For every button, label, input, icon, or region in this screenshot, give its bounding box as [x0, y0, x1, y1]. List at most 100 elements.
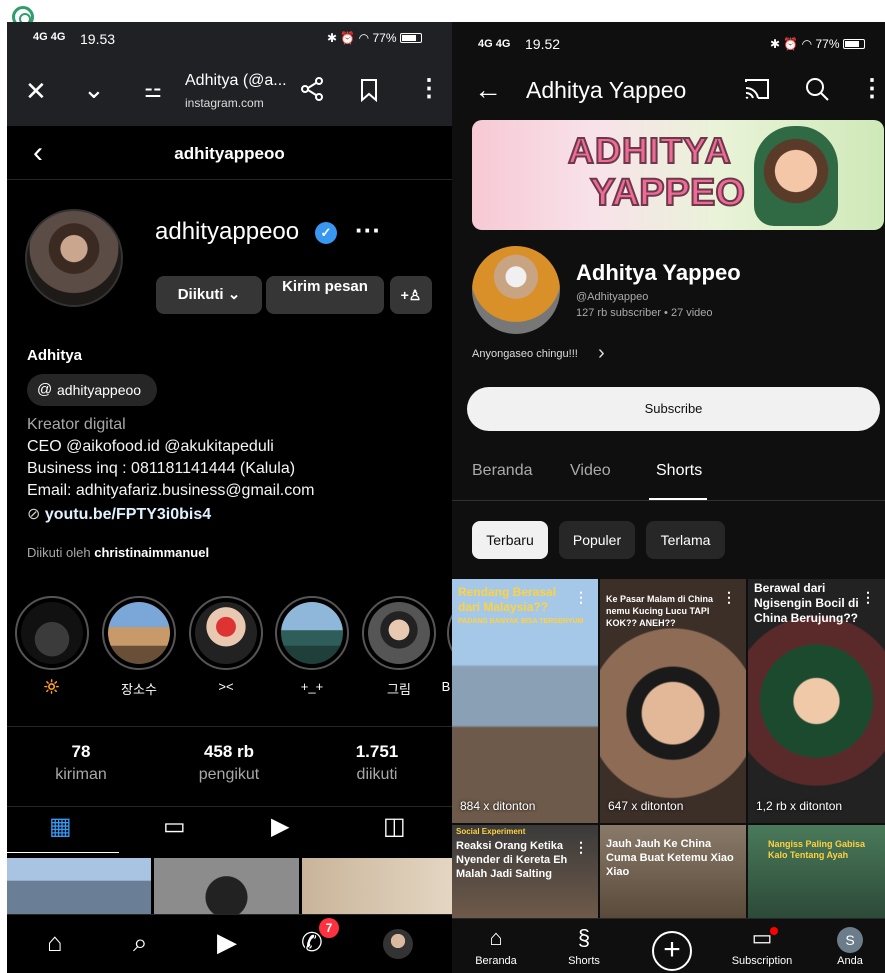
clock: 19.53 [80, 31, 116, 47]
short-item[interactable]: Jauh Jauh Ke China Cuma Buat Ketemu Xiao… [600, 825, 746, 918]
short-caption: Ke Pasar Malam di China nemu Kucing Lucu… [606, 594, 714, 628]
status-icons: ✱ ⏰ ◠ 77% [770, 37, 865, 51]
bio-link-text[interactable]: youtu.be/FPTY3i0bis4 [45, 506, 211, 523]
more-options-icon[interactable]: ··· [355, 215, 381, 246]
add-user-icon[interactable]: +♙ [390, 276, 432, 314]
short-more-icon[interactable]: ⋮ [574, 589, 588, 606]
status-bar: 4G 4G 19.53 ✱ ⏰ ◠ 77% [7, 22, 452, 58]
nav-label: Shorts [568, 955, 600, 967]
story-highlight[interactable] [102, 596, 176, 670]
subscribe-button[interactable]: Subscribe [467, 387, 880, 431]
youtube-screen: 4G 4G 19.52 ✱ ⏰ ◠ 77% ← Adhitya Yappeo ⋮… [452, 22, 885, 973]
short-item[interactable]: Ke Pasar Malam di China nemu Kucing Lucu… [600, 579, 746, 823]
short-caption: Jauh Jauh Ke China Cuma Buat Ketemu Xiao… [606, 838, 734, 878]
short-more-icon[interactable]: ⋮ [574, 839, 588, 856]
stat-following[interactable]: 1.751 diikuti [303, 742, 451, 784]
search-icon[interactable]: ⌕ [133, 927, 148, 959]
post-thumbnail[interactable] [154, 858, 299, 914]
story-highlight[interactable] [189, 596, 263, 670]
reels-tab-icon[interactable]: ▶ [271, 812, 289, 841]
shorts-icon: § [577, 925, 591, 950]
browser-toolbar: ✕ ⌄ ⚍ Adhitya (@a... instagram.com ⋮ [7, 58, 452, 126]
search-icon[interactable] [804, 76, 830, 107]
following-button[interactable]: Diikuti ⌄ [156, 276, 262, 314]
notification-dot [770, 927, 778, 935]
profile-username: adhityappeoo [155, 218, 300, 245]
short-item[interactable]: Berawal dari Ngisengin Bocil di China Be… [748, 579, 885, 823]
chip-populer[interactable]: Populer [559, 521, 635, 559]
nav-shorts[interactable]: § Shorts [544, 925, 624, 967]
channel-name: Adhitya Yappeo [576, 260, 741, 285]
post-thumbnail[interactable] [302, 858, 452, 914]
nav-label: Subscription [731, 955, 793, 967]
back-arrow-icon[interactable]: ← [474, 74, 502, 106]
channel-avatar[interactable] [472, 246, 560, 334]
post-thumbnail[interactable] [7, 858, 151, 914]
highlight-label: +_+ [300, 679, 324, 694]
short-more-icon[interactable]: ⋮ [861, 589, 875, 606]
channel-banner: ADHITYA YAPPEO [472, 120, 884, 230]
tab-video[interactable]: Video [570, 462, 611, 480]
profile-avatar[interactable] [25, 209, 123, 307]
chevron-down-icon[interactable]: ⌄ [83, 74, 105, 105]
banner-character [754, 126, 838, 226]
highlight-label: 장소수 [121, 682, 157, 697]
threads-badge[interactable]: @ adhityappeoo [27, 374, 157, 406]
tab-shorts[interactable]: Shorts [656, 462, 702, 480]
short-views: 884 x ditonton [460, 799, 536, 813]
tab-beranda[interactable]: Beranda [472, 462, 533, 480]
stat-posts[interactable]: 78 kiriman [7, 742, 155, 784]
browser-url: instagram.com [185, 96, 264, 110]
divider [7, 806, 452, 807]
site-settings-icon[interactable]: ⚍ [144, 78, 162, 103]
short-item[interactable]: Social Experiment Reaksi Orang Ketika Ny… [452, 825, 598, 918]
more-vert-icon[interactable]: ⋮ [860, 74, 884, 103]
story-highlight[interactable] [362, 596, 436, 670]
bookmark-icon[interactable] [359, 78, 379, 109]
nav-anda[interactable]: S Anda [810, 925, 885, 967]
message-button[interactable]: Kirim pesan [266, 276, 384, 314]
battery-icon [842, 39, 865, 49]
subscriptions-icon: ▭ [751, 925, 773, 950]
short-caption: Rendang Berasal dari Malaysia?? [458, 585, 557, 614]
chip-terlama[interactable]: Terlama [646, 521, 725, 559]
bio-line: Business inq : 081181141444 (Kalula) [27, 460, 296, 477]
feed-tab-icon[interactable]: ▭ [163, 812, 186, 841]
instagram-screen: 4G 4G 19.53 ✱ ⏰ ◠ 77% ✕ ⌄ ⚍ Adhitya (@a.… [7, 22, 452, 973]
followed-by[interactable]: Diikuti oleh christinaimmanuel [27, 545, 209, 560]
battery-icon [399, 33, 422, 43]
short-item[interactable]: Nangiss Paling Gabisa Kalo Tentang Ayah [748, 825, 885, 918]
story-highlight[interactable] [15, 596, 89, 670]
cast-icon[interactable] [744, 78, 770, 105]
more-vert-icon[interactable]: ⋮ [417, 74, 441, 103]
nav-beranda[interactable]: ⌂ Beranda [456, 925, 536, 967]
nav-label: Anda [837, 955, 863, 967]
banner-text: YAPPEO [589, 171, 746, 215]
stat-followers[interactable]: 458 rb pengikut [155, 742, 303, 784]
chevron-right-icon[interactable]: › [598, 342, 605, 365]
nav-subscription[interactable]: ▭ Subscription [722, 925, 802, 967]
bio-link[interactable]: ⊘ youtu.be/FPTY3i0bis4 [27, 504, 211, 524]
short-more-icon[interactable]: ⋮ [722, 589, 736, 606]
short-caption: Reaksi Orang Ketika Nyender di Kereta Eh… [456, 840, 568, 880]
youtube-top-bar: 4G 4G 19.52 ✱ ⏰ ◠ 77% ← Adhitya Yappeo ⋮ [452, 22, 885, 117]
threads-handle: adhityappeoo [57, 382, 142, 398]
home-icon[interactable]: ⌂ [47, 927, 63, 958]
create-button[interactable]: + [652, 931, 692, 971]
reels-icon[interactable]: ▶ [217, 927, 237, 958]
profile-avatar-icon[interactable] [383, 929, 413, 959]
story-highlight[interactable] [275, 596, 349, 670]
close-icon[interactable]: ✕ [25, 76, 47, 107]
short-views: 647 x ditonton [608, 799, 684, 813]
bottom-nav: ⌂ ⌕ ▶ ✆ 7 [7, 914, 452, 973]
short-views: 1,2 rb x ditonton [756, 799, 843, 813]
channel-description[interactable]: Anyongaseo chingu!!! [472, 348, 578, 360]
bio-category: Kreator digital [27, 416, 126, 433]
short-item[interactable]: Rendang Berasal dari Malaysia?? PADANG B… [452, 579, 598, 823]
grid-tab-icon[interactable]: ▦ [49, 812, 72, 841]
signal-indicator: 4G 4G [478, 38, 511, 50]
clock: 19.52 [525, 36, 561, 52]
chip-terbaru[interactable]: Terbaru [472, 521, 548, 559]
share-icon[interactable] [299, 76, 325, 109]
tagged-tab-icon[interactable]: ◫ [383, 812, 406, 841]
